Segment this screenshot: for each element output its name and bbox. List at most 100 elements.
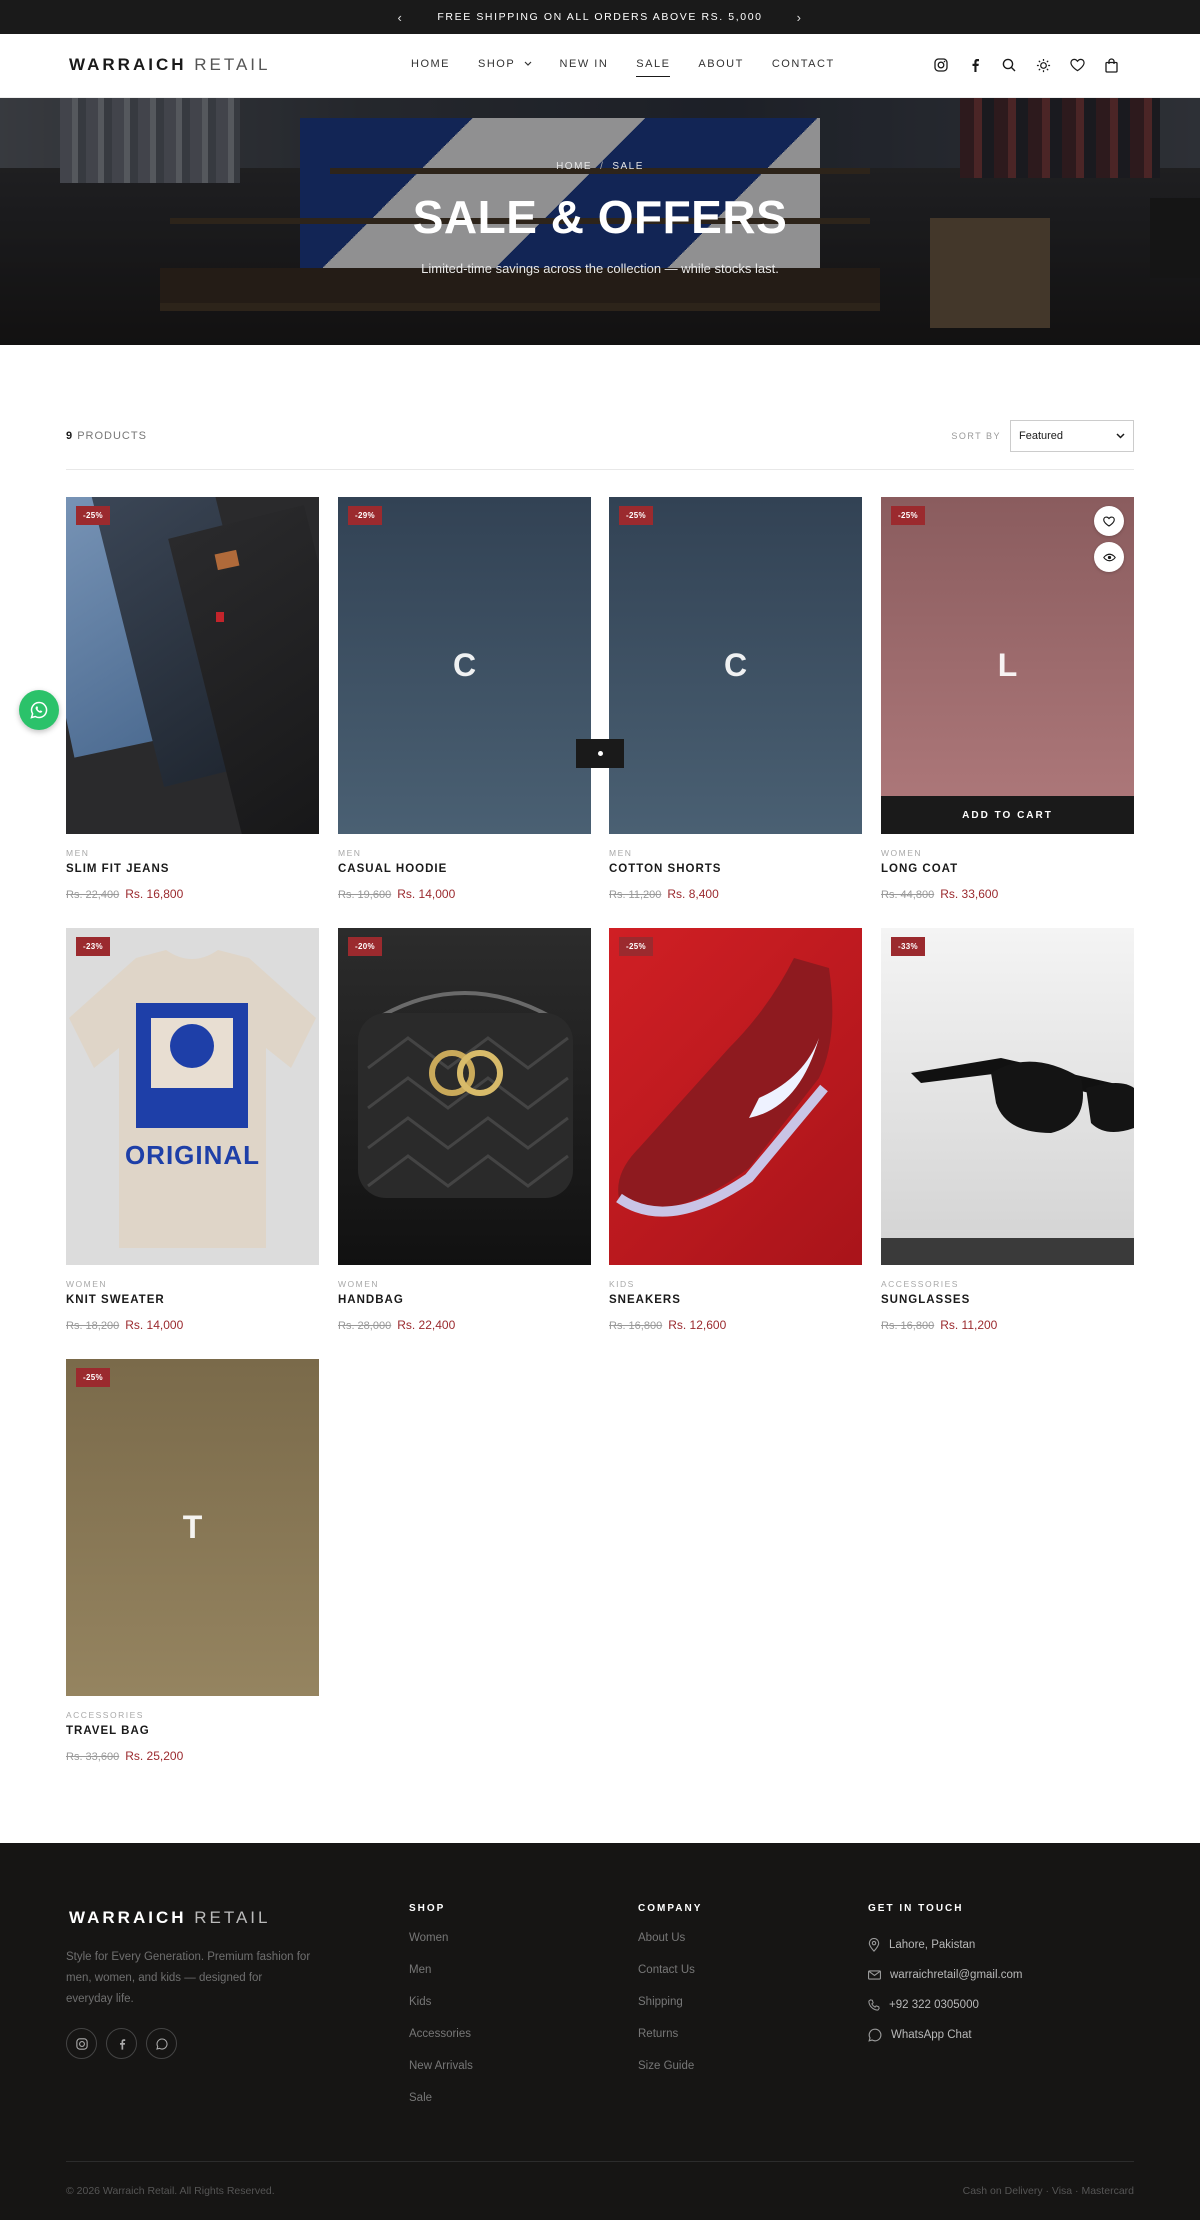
contact-phone-text: +92 322 0305000 xyxy=(889,1999,979,2011)
footer-link-about[interactable]: About Us xyxy=(638,1932,702,1964)
page-title: SALE & OFFERS xyxy=(412,191,788,243)
nav-home[interactable]: HOME xyxy=(411,58,450,77)
nav-about[interactable]: ABOUT xyxy=(698,58,743,77)
contact-email[interactable]: warraichretail@gmail.com xyxy=(868,1960,1022,1990)
footer-brand-logo[interactable]: WARRAICH RETAIL xyxy=(69,1908,271,1928)
site-footer: WARRAICH RETAIL Style for Every Generati… xyxy=(0,1843,1200,2220)
nav-new-in[interactable]: NEW IN xyxy=(560,58,609,77)
product-card[interactable]: -20% WOMEN HANDBAG Rs. 28,000 Rs. 22,400 xyxy=(338,928,591,1348)
product-card[interactable]: C -29% MEN CASUAL HOODIE Rs. 19,600 Rs. 1… xyxy=(338,497,591,917)
footer-link-shipping[interactable]: Shipping xyxy=(638,1996,702,2028)
copyright-text: © 2026 Warraich Retail. All Rights Reser… xyxy=(66,2185,275,2197)
footer-link-sale[interactable]: Sale xyxy=(409,2092,473,2124)
product-category: WOMEN xyxy=(338,1279,380,1289)
nav-shop[interactable]: SHOP xyxy=(478,58,532,77)
product-image[interactable] xyxy=(609,928,862,1265)
product-card[interactable]: C -25% MEN COTTON SHORTS Rs. 11,200 Rs. 8… xyxy=(609,497,862,917)
contact-location-text: Lahore, Pakistan xyxy=(889,1939,976,1951)
product-name[interactable]: TRAVEL BAG xyxy=(66,1725,150,1737)
mail-icon xyxy=(868,1970,881,1980)
product-price: Rs. 22,400 Rs. 16,800 xyxy=(66,887,183,901)
original-price: Rs. 44,800 xyxy=(881,889,935,901)
contact-phone[interactable]: +92 322 0305000 xyxy=(868,1990,1022,2020)
wishlist-icon[interactable] xyxy=(1068,56,1086,74)
footer-link-kids[interactable]: Kids xyxy=(409,1996,473,2028)
placeholder-letter: C xyxy=(723,647,748,683)
product-image[interactable] xyxy=(338,928,591,1265)
wishlist-button[interactable] xyxy=(1094,506,1124,536)
brand-logo[interactable]: WARRAICH RETAIL xyxy=(69,55,271,75)
product-card[interactable]: ORIGINAL -23% WOMEN KNIT SWEATER Rs. 18,… xyxy=(66,928,319,1348)
product-category: MEN xyxy=(66,848,90,858)
breadcrumb-home[interactable]: HOME xyxy=(556,161,592,172)
cart-icon[interactable] xyxy=(1102,56,1120,74)
original-price: Rs. 16,800 xyxy=(609,1320,663,1332)
product-name[interactable]: HANDBAG xyxy=(338,1294,404,1306)
footer-link-returns[interactable]: Returns xyxy=(638,2028,702,2060)
footer-brand-bold: WARRAICH xyxy=(69,1908,187,1927)
product-image[interactable]: C xyxy=(609,497,862,834)
nav-sale[interactable]: SALE xyxy=(636,58,671,77)
product-count-label: PRODUCTS xyxy=(77,430,147,442)
footer-link-new-arrivals[interactable]: New Arrivals xyxy=(409,2060,473,2092)
whatsapp-float-button[interactable] xyxy=(19,690,59,730)
product-price: Rs. 33,600 Rs. 25,200 xyxy=(66,1749,183,1763)
footer-instagram-icon[interactable] xyxy=(66,2028,97,2059)
product-image[interactable]: T xyxy=(66,1359,319,1696)
facebook-icon[interactable] xyxy=(966,56,984,74)
product-image[interactable] xyxy=(66,497,319,834)
footer-shop-column: SHOP Women Men Kids Accessories New Arri… xyxy=(409,1903,473,2124)
carousel-indicator[interactable] xyxy=(576,739,624,768)
sale-price: Rs. 25,200 xyxy=(125,1749,184,1763)
product-name[interactable]: SNEAKERS xyxy=(609,1294,681,1306)
product-name[interactable]: SUNGLASSES xyxy=(881,1294,970,1306)
product-name[interactable]: SLIM FIT JEANS xyxy=(66,863,169,875)
product-category: WOMEN xyxy=(881,848,923,858)
instagram-icon[interactable] xyxy=(932,56,950,74)
shirt-print-text: ORIGINAL xyxy=(124,1140,261,1170)
contact-whatsapp-text: WhatsApp Chat xyxy=(891,2029,972,2041)
product-count: 9 PRODUCTS xyxy=(66,430,147,442)
product-card[interactable]: -25% KIDS SNEAKERS Rs. 16,800 Rs. 12,600 xyxy=(609,928,862,1348)
sale-price: Rs. 12,600 xyxy=(668,1318,727,1332)
site-header: WARRAICH RETAIL HOME SHOP NEW IN SALE AB… xyxy=(0,34,1200,98)
footer-whatsapp-icon[interactable] xyxy=(146,2028,177,2059)
product-card[interactable]: T -25% ACCESSORIES TRAVEL BAG Rs. 33,600… xyxy=(66,1359,319,1779)
product-name[interactable]: LONG COAT xyxy=(881,863,958,875)
announcement-prev-arrow[interactable]: ‹ xyxy=(397,10,403,25)
product-card[interactable]: -33% ACCESSORIES SUNGLASSES Rs. 16,800 Rs… xyxy=(881,928,1134,1348)
footer-facebook-icon[interactable] xyxy=(106,2028,137,2059)
footer-link-contact[interactable]: Contact Us xyxy=(638,1964,702,1996)
search-icon[interactable] xyxy=(1000,56,1018,74)
add-to-cart-button[interactable]: ADD TO CART xyxy=(881,796,1134,834)
quick-view-button[interactable] xyxy=(1094,542,1124,572)
sale-price: Rs. 33,600 xyxy=(940,887,999,901)
announcement-text: FREE SHIPPING ON ALL ORDERS ABOVE RS. 5,… xyxy=(437,11,763,23)
discount-badge: -29% xyxy=(348,506,382,525)
discount-badge: -33% xyxy=(891,937,925,956)
product-category: ACCESSORIES xyxy=(66,1710,144,1720)
product-name[interactable]: KNIT SWEATER xyxy=(66,1294,165,1306)
sort-select[interactable]: Featured xyxy=(1010,420,1134,452)
product-card[interactable]: L ADD TO CART -25% WOMEN LONG COAT Rs. 4… xyxy=(881,497,1134,917)
product-image[interactable]: C xyxy=(338,497,591,834)
theme-toggle-icon[interactable] xyxy=(1034,56,1052,74)
footer-link-accessories[interactable]: Accessories xyxy=(409,2028,473,2060)
product-price: Rs. 18,200 Rs. 14,000 xyxy=(66,1318,183,1332)
product-image[interactable]: ORIGINAL xyxy=(66,928,319,1265)
product-image[interactable] xyxy=(881,928,1134,1265)
product-card[interactable]: -25% MEN SLIM FIT JEANS Rs. 22,400 Rs. 16… xyxy=(66,497,319,917)
indicator-dot xyxy=(597,751,603,756)
product-name[interactable]: CASUAL HOODIE xyxy=(338,863,447,875)
contact-whatsapp[interactable]: WhatsApp Chat xyxy=(868,2020,1022,2050)
footer-link-men[interactable]: Men xyxy=(409,1964,473,1996)
product-category: KIDS xyxy=(609,1279,635,1289)
nav-contact[interactable]: CONTACT xyxy=(772,58,835,77)
footer-link-women[interactable]: Women xyxy=(409,1932,473,1964)
discount-badge: -25% xyxy=(76,506,110,525)
footer-shop-title: SHOP xyxy=(409,1903,446,1914)
footer-link-size-guide[interactable]: Size Guide xyxy=(638,2060,702,2092)
chevron-down-icon xyxy=(1116,433,1125,439)
announcement-next-arrow[interactable]: › xyxy=(797,10,803,25)
product-name[interactable]: COTTON SHORTS xyxy=(609,863,721,875)
